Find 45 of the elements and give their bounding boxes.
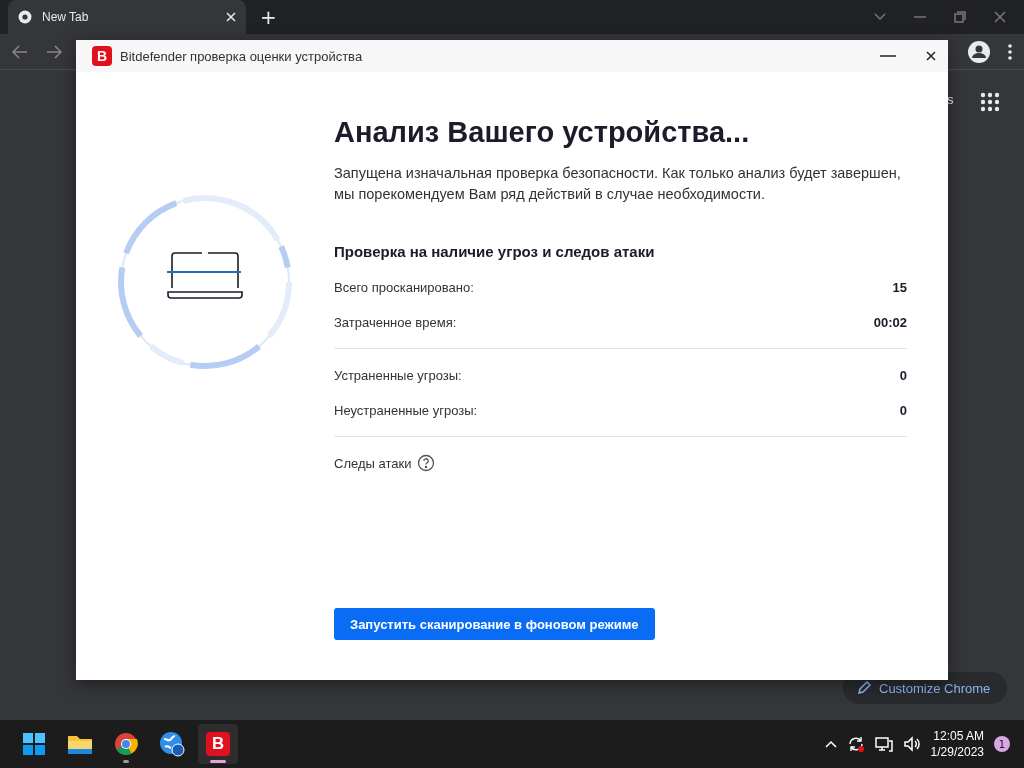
- page-link[interactable]: s: [947, 92, 954, 107]
- back-arrow-icon[interactable]: [12, 44, 28, 59]
- new-tab-button[interactable]: +: [254, 0, 283, 34]
- minimize-icon: [914, 16, 926, 18]
- sync-icon[interactable]: [846, 735, 865, 753]
- stat-value: 0: [899, 403, 907, 418]
- time: 12:05 AM: [933, 728, 984, 744]
- traces-label: Следы атаки: [334, 455, 412, 471]
- network-icon[interactable]: [874, 736, 893, 752]
- folder-icon: [67, 733, 93, 755]
- taskbar-app[interactable]: B: [198, 724, 238, 764]
- chrome-icon: [114, 732, 138, 756]
- chevron-down-icon: [874, 13, 886, 21]
- stat-value: 00:02: [873, 315, 907, 330]
- heading: Анализ Вашего устройства...: [334, 116, 751, 149]
- notification-badge[interactable]: 1: [994, 736, 1010, 752]
- tab-title: New Tab: [42, 10, 90, 24]
- profile-icon[interactable]: [968, 40, 990, 63]
- clock[interactable]: 12:05 AM 1/29/2023: [930, 728, 984, 760]
- dialog-title: Bitdefender проверка оценки устройства: [120, 48, 364, 64]
- close-icon[interactable]: [926, 51, 936, 61]
- stat-label: Затраченное время:: [334, 315, 457, 330]
- restore-icon: [954, 11, 966, 23]
- speaker-icon[interactable]: [902, 736, 921, 752]
- stat-label: Неустраненные угрозы:: [334, 403, 478, 418]
- browser-tab[interactable]: New Tab: [8, 0, 246, 34]
- stat-label: Устраненные угрозы:: [334, 368, 462, 383]
- pencil-icon: [857, 681, 871, 695]
- chrome-icon: [18, 10, 32, 24]
- section-title: Проверка на наличие угроз и следов атаки: [334, 243, 656, 260]
- stat-label: Всего просканировано:: [334, 280, 474, 295]
- background-scan-button[interactable]: Запустить сканирование в фоновом режиме: [334, 608, 655, 640]
- date: 1/29/2023: [930, 744, 984, 760]
- bitdefender-logo: B: [206, 732, 230, 756]
- menu-icon[interactable]: [1008, 43, 1012, 60]
- forward-arrow-icon[interactable]: [46, 44, 62, 59]
- description: Запущена изначальная проверка безопасности. Как только анализ будет завершен, мы порекомендуем Вам ряд действий в случае необходимости.: [334, 164, 902, 204]
- apps-grid-icon[interactable]: [980, 92, 1000, 112]
- globe-icon: [159, 731, 185, 757]
- windows-logo-icon: [22, 732, 46, 756]
- help-icon[interactable]: [417, 454, 436, 472]
- stat-value: 15: [892, 280, 907, 295]
- chevron-up-icon[interactable]: [824, 740, 837, 748]
- bitdefender-logo: B: [92, 46, 112, 66]
- stat-value: 0: [899, 368, 907, 383]
